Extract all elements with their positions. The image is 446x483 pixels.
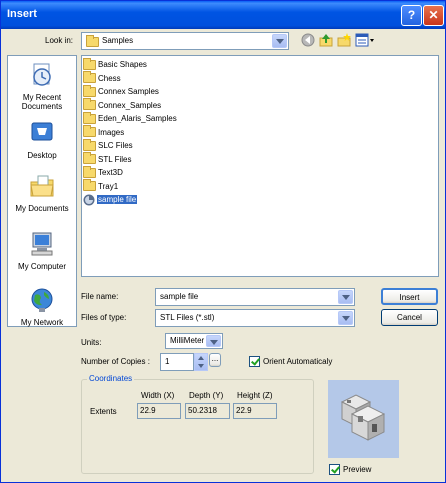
place-label: My Documents (15, 204, 69, 213)
up-folder-icon[interactable] (319, 33, 333, 47)
recent-documents-icon (33, 63, 51, 86)
folder-icon (83, 111, 96, 124)
new-folder-icon[interactable] (337, 33, 351, 47)
folder-icon (83, 138, 96, 151)
title-bar[interactable]: Insert ? ✕ (1, 1, 445, 29)
my-documents-icon (30, 175, 54, 197)
places-bar: My Recent Documents Desktop My Documents (7, 55, 77, 327)
file-name-input[interactable]: sample file (155, 288, 355, 306)
stl-file-icon (83, 194, 95, 205)
help-button[interactable]: ? (401, 5, 422, 26)
place-label: My Computer (17, 262, 66, 271)
copies-spinner[interactable] (194, 353, 208, 371)
look-in-label: Look in: (45, 36, 74, 45)
place-my-computer[interactable]: My Computer (8, 231, 76, 271)
coordinates-title: Coordinates (87, 374, 135, 383)
list-item[interactable]: STL Files (83, 152, 133, 166)
preview-checkbox[interactable] (329, 464, 340, 475)
chevron-down-icon[interactable] (272, 34, 287, 48)
depth-value: 50.2318 (185, 403, 230, 419)
look-in-value: Samples (102, 36, 134, 45)
insert-dialog: Insert ? ✕ Look in: Samples My Recent Do… (0, 0, 446, 483)
model-preview-image (340, 394, 386, 441)
copies-label: Number of Copies : (81, 357, 150, 366)
chevron-down-icon[interactable] (206, 335, 221, 347)
folder-icon (83, 125, 96, 137)
height-header: Height (Z) (237, 391, 273, 400)
place-label: My Network (20, 318, 64, 327)
orient-checkbox[interactable] (249, 356, 260, 367)
orient-label: Orient Automaticaly (263, 357, 333, 366)
my-network-icon (31, 288, 53, 312)
views-icon[interactable] (355, 33, 375, 47)
insert-button[interactable]: Insert (381, 288, 438, 305)
width-header: Width (X) (141, 391, 175, 400)
files-of-type-select[interactable]: STL Files (*.stl) (155, 309, 355, 327)
place-recent-documents[interactable]: My Recent Documents (8, 62, 76, 111)
look-in-combo[interactable]: Samples (81, 32, 289, 50)
list-item[interactable]: Images (83, 125, 125, 139)
copies-value: 1 (165, 357, 170, 366)
width-value: 22.9 (137, 403, 181, 419)
list-item[interactable]: Text3D (83, 165, 124, 179)
folder-icon (83, 84, 96, 97)
list-item[interactable]: SLC Files (83, 138, 134, 152)
copies-more-button[interactable]: ... (209, 353, 221, 367)
window-title: Insert (7, 8, 37, 20)
files-of-type-label: Files of type: (81, 313, 127, 322)
desktop-icon (31, 122, 53, 141)
preview-pane (328, 380, 399, 458)
place-label: Desktop (27, 151, 57, 160)
list-item[interactable]: Eden_Alaris_Samples (83, 111, 178, 125)
height-value: 22.9 (233, 403, 277, 419)
file-name-label: File name: (81, 292, 119, 301)
folder-icon (83, 98, 96, 110)
units-value: MilliMeter (170, 336, 205, 345)
file-list[interactable]: Basic Shapes Chess Connex Samples Connex… (81, 55, 439, 277)
list-item[interactable]: Connex Samples (83, 84, 160, 98)
my-computer-icon (31, 232, 53, 256)
units-label: Units: (81, 338, 102, 347)
folder-icon (83, 152, 96, 164)
place-label: My Recent Documents (21, 93, 63, 111)
list-item[interactable]: Connex_Samples (83, 98, 162, 112)
folder-icon (83, 179, 96, 191)
folder-icon (83, 71, 96, 83)
extents-label: Extents (90, 407, 117, 416)
list-item[interactable]: Basic Shapes (83, 57, 148, 71)
close-button[interactable]: ✕ (423, 5, 444, 26)
preview-label: Preview (343, 465, 372, 474)
depth-header: Depth (Y) (189, 391, 224, 400)
place-my-documents[interactable]: My Documents (8, 173, 76, 213)
place-desktop[interactable]: Desktop (8, 120, 76, 160)
spinner-arrows-icon (198, 356, 204, 368)
folder-icon (86, 35, 99, 47)
list-item-selected[interactable]: sample file (83, 193, 138, 206)
file-name-value: sample file (160, 292, 199, 301)
cancel-button[interactable]: Cancel (381, 309, 438, 326)
place-my-network[interactable]: My Network (8, 287, 76, 327)
list-item[interactable]: Chess (83, 71, 122, 85)
list-item[interactable]: Tray1 (83, 179, 119, 193)
folder-icon (83, 57, 96, 70)
chevron-down-icon[interactable] (338, 290, 353, 304)
back-icon[interactable] (301, 33, 315, 47)
files-of-type-value: STL Files (*.stl) (160, 313, 215, 322)
copies-input[interactable]: 1 (160, 353, 194, 371)
chevron-down-icon[interactable] (338, 311, 353, 325)
folder-icon (83, 165, 96, 178)
units-select[interactable]: MilliMeter (165, 333, 223, 349)
